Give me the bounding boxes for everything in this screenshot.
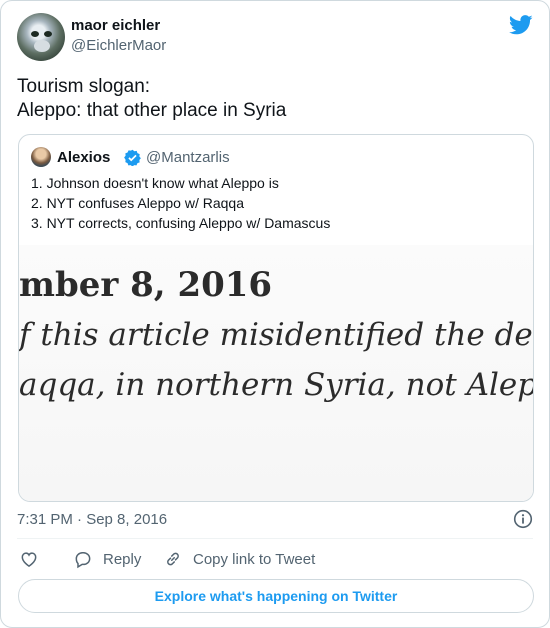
avatar-eye-right [44,31,52,37]
avatar-snout [34,40,50,52]
reply-bubble-icon [75,552,91,569]
like-button[interactable] [19,547,39,571]
tweet-card: maor eichler @EichlerMaor Tourism slogan… [0,0,550,628]
tweet-actions: Reply Copy link to Tweet [17,547,533,571]
tweet-meta: 7:31 PM · Sep 8, 2016 [17,509,533,531]
quoted-avatar[interactable] [31,147,51,167]
image-text-line-1: mber 8, 2016 [19,265,273,305]
quoted-author-handle[interactable]: @Mantzarlis [146,149,230,166]
heart-icon [21,552,37,567]
twitter-bird-icon[interactable] [509,15,533,35]
tweet-header: maor eichler @EichlerMaor [17,13,533,63]
reply-button[interactable]: Reply [73,547,141,571]
avatar-eye-left [31,31,39,37]
quoted-text: 1. Johnson doesn't know what Aleppo is 2… [31,173,330,233]
tweet-text: Tourism slogan: Aleppo: that other place… [17,75,533,123]
quoted-line-2: 2. NYT confuses Aleppo w/ Raqqa [31,195,244,211]
tweet-timestamp[interactable]: 7:31 PM · Sep 8, 2016 [17,511,167,528]
divider [17,538,533,539]
quoted-line-3: 3. NYT corrects, confusing Aleppo w/ Dam… [31,215,331,231]
image-text-line-2: f this article misidentified the de fact… [19,317,533,353]
quoted-author-name[interactable]: Alexios [57,149,110,166]
tweet-line-2: Aleppo: that other place in Syria [17,100,287,121]
info-icon[interactable] [513,509,533,529]
author-handle[interactable]: @EichlerMaor [71,37,166,54]
link-icon [167,552,179,566]
copy-link-label: Copy link to Tweet [193,550,316,568]
copy-link-button[interactable]: Copy link to Tweet [163,547,315,571]
quoted-image[interactable]: mber 8, 2016 f this article misidentifie… [19,245,534,501]
author-name[interactable]: maor eichler [71,17,160,34]
author-avatar[interactable] [17,13,65,61]
tweet-line-1: Tourism slogan: [17,76,151,97]
quoted-line-1: 1. Johnson doesn't know what Aleppo is [31,175,279,191]
reply-label: Reply [103,550,142,568]
explore-twitter-button[interactable]: Explore what's happening on Twitter [18,579,534,613]
image-text-line-3: aqqa, in northern Syria, not Aleppo [19,367,534,403]
quoted-tweet[interactable]: Alexios @Mantzarlis 1. Johnson doesn't k… [18,134,534,502]
verified-badge-icon [124,149,141,166]
